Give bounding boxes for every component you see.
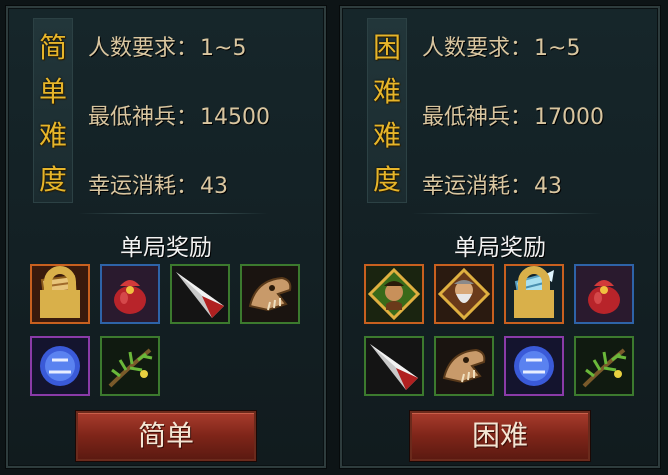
herb-icon [576,338,632,394]
difficulty-char: 度 [38,163,67,196]
player-requirement: 人数要求：1~5 [88,30,246,62]
reward-slot-ice-scroll[interactable] [504,264,564,324]
hard-button[interactable]: 困难 [410,411,590,461]
herb-icon [102,338,158,394]
divider [412,213,602,214]
easy-button[interactable]: 简单 [76,411,256,461]
min-power-label: 最低神兵： [422,105,533,130]
player-requirement-label: 人数要求： [422,36,533,61]
difficulty-char: 困 [372,31,401,64]
difficulty-char: 简 [38,31,67,64]
red-pouch-icon [576,266,632,322]
reward-slot-pouch[interactable] [100,264,160,324]
luck-cost-value: 43 [200,174,229,199]
reward-slot-elder-card[interactable] [434,264,494,324]
easy-difficulty-panel: 简 单 难 度 人数要求：1~5 最低神兵：14500 幸运消耗：43 单局奖励 [6,6,326,468]
blue-orb-icon [32,338,88,394]
elder-card-icon [436,266,492,322]
player-requirement-value: 1~5 [534,36,581,61]
difficulty-char: 度 [372,163,401,196]
reward-slot-blade[interactable] [170,264,230,324]
min-power: 最低神兵：17000 [422,99,604,131]
player-requirement-label: 人数要求： [88,36,199,61]
reward-slot-skull[interactable] [240,264,300,324]
min-power: 最低神兵：14500 [88,99,270,131]
reward-slot-herb[interactable] [100,336,160,396]
reward-slot-blade[interactable] [364,336,424,396]
lock-icon [514,266,554,318]
reward-title: 单局奖励 [120,235,212,261]
reward-slot-orb[interactable] [30,336,90,396]
difficulty-label: 简 单 难 度 [33,18,73,203]
luck-cost: 幸运消耗：43 [422,168,562,200]
blade-icon [366,338,422,394]
min-power-label: 最低神兵： [88,105,199,130]
blue-orb-icon [506,338,562,394]
luck-cost: 幸运消耗：43 [88,168,228,200]
difficulty-label: 困 难 难 度 [367,18,407,203]
blade-icon [172,266,228,322]
difficulty-char: 难 [372,75,401,108]
luck-cost-label: 幸运消耗： [88,174,199,199]
player-requirement: 人数要求：1~5 [422,30,580,62]
beast-skull-icon [436,338,492,394]
luck-cost-value: 43 [534,174,563,199]
reward-slot-herb[interactable] [574,336,634,396]
difficulty-char: 难 [38,119,67,152]
difficulty-char: 难 [372,119,401,152]
reward-slot-scroll[interactable] [30,264,90,324]
hard-difficulty-panel: 困 难 难 度 人数要求：1~5 最低神兵：17000 幸运消耗：43 单局奖励 [340,6,660,468]
reward-slot-orb[interactable] [504,336,564,396]
reward-slot-pouch[interactable] [574,264,634,324]
lock-icon [40,266,80,318]
red-pouch-icon [102,266,158,322]
luck-cost-label: 幸运消耗： [422,174,533,199]
reward-slot-hero-card[interactable] [364,264,424,324]
min-power-value: 14500 [200,105,271,130]
reward-slot-skull[interactable] [434,336,494,396]
player-requirement-value: 1~5 [200,36,247,61]
hero-card-icon [366,266,422,322]
difficulty-char: 单 [38,75,67,108]
min-power-value: 17000 [534,105,605,130]
divider [78,213,268,214]
reward-title: 单局奖励 [454,235,546,261]
beast-skull-icon [242,266,298,322]
